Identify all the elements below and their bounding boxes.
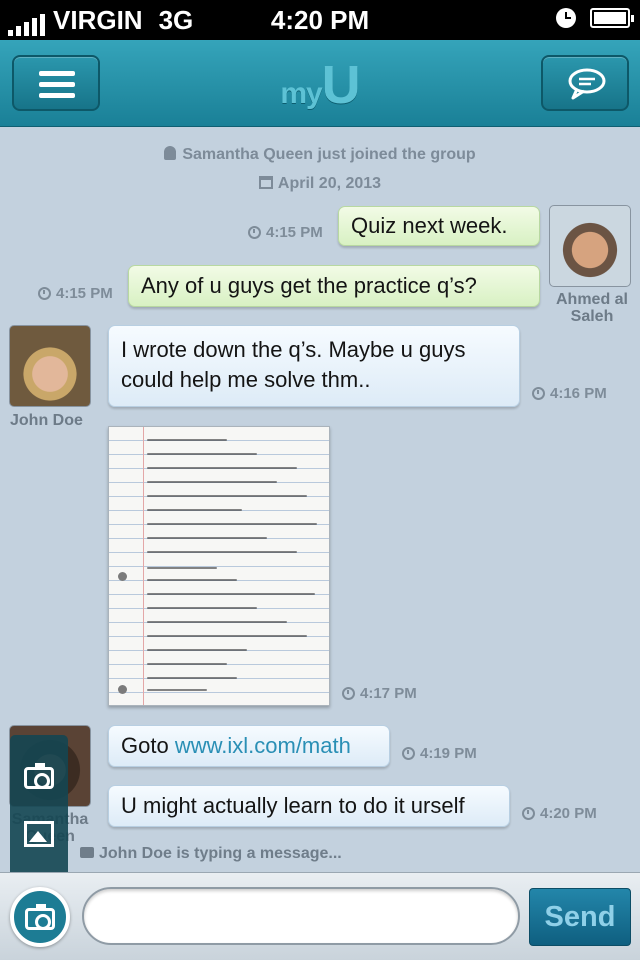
message-timestamp: 4:16 PM	[532, 385, 607, 402]
clock-icon	[342, 687, 355, 700]
message-timestamp: 4:20 PM	[522, 805, 597, 822]
message-timestamp: 4:17 PM	[342, 685, 417, 702]
clock-icon	[402, 747, 415, 760]
speech-bubble-icon	[568, 68, 606, 100]
avatar-john-doe[interactable]	[9, 325, 91, 407]
alarm-clock-icon	[556, 8, 576, 28]
send-button[interactable]: Send	[529, 888, 631, 946]
photo-library-option[interactable]	[10, 805, 68, 863]
clock-icon	[38, 287, 51, 300]
typing-bubble-icon	[80, 847, 94, 858]
message-bubble-incoming[interactable]: U might actually learn to do it urself	[108, 785, 510, 827]
date-divider: April 20, 2013	[0, 175, 640, 193]
status-time: 4:20 PM	[270, 5, 370, 35]
chat-button[interactable]	[541, 55, 629, 111]
take-photo-option[interactable]	[10, 745, 68, 803]
camera-button[interactable]	[10, 887, 70, 947]
typing-indicator: John Doe is typing a message...	[80, 845, 342, 863]
message-link[interactable]: www.ixl.com/math	[175, 733, 351, 758]
message-timestamp: 4:15 PM	[248, 224, 323, 241]
nav-bar: myU	[0, 40, 640, 127]
system-join-notice: Samantha Queen just joined the group	[0, 146, 640, 164]
avatar-ahmed[interactable]	[549, 205, 631, 287]
sender-name-ahmed: Ahmed al Saleh	[555, 291, 628, 325]
photo-attachment-notebook[interactable]	[108, 426, 330, 706]
compose-bar: Send	[0, 872, 640, 960]
calendar-icon	[258, 176, 273, 189]
status-bar: VIRGIN 3G 4:20 PM	[0, 0, 640, 40]
attachment-popup	[10, 735, 68, 872]
message-bubble-incoming[interactable]: Goto www.ixl.com/math	[108, 725, 390, 767]
user-icon	[164, 146, 177, 160]
camera-icon	[25, 904, 55, 930]
clock-icon	[522, 807, 535, 820]
message-input[interactable]	[82, 887, 520, 945]
clock-icon	[532, 387, 545, 400]
message-bubble-outgoing[interactable]: Any of u guys get the practice q’s?	[128, 265, 540, 307]
message-timestamp: 4:19 PM	[402, 745, 477, 762]
image-icon	[24, 821, 54, 847]
clock-icon	[248, 226, 261, 239]
message-timestamp: 4:15 PM	[38, 285, 113, 302]
sender-name-john: John Doe	[10, 412, 83, 429]
message-bubble-outgoing[interactable]: Quiz next week.	[338, 206, 540, 246]
camera-icon	[24, 763, 54, 789]
battery-icon	[590, 8, 634, 28]
message-bubble-incoming[interactable]: I wrote down the q’s. Maybe u guys could…	[108, 325, 520, 407]
